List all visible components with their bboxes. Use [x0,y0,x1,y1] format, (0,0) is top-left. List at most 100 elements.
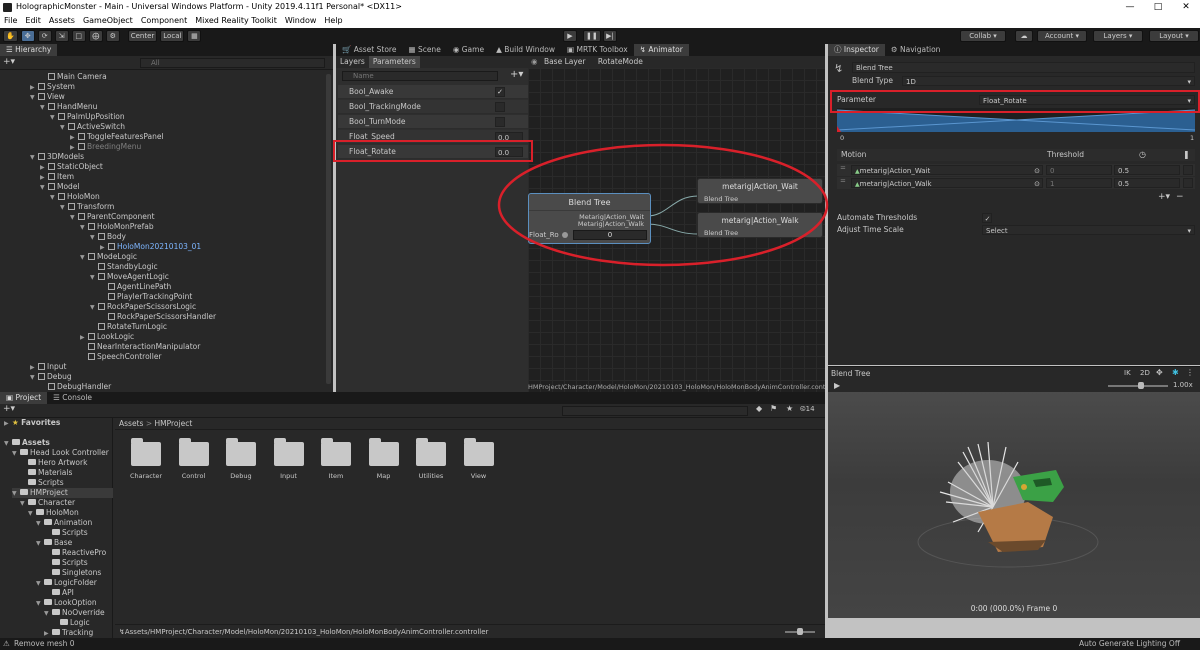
hierarchy-scrollbar[interactable] [326,74,331,384]
project-folder-row[interactable]: Scripts [44,558,88,568]
hierarchy-row[interactable]: ▼ ParentComponent [70,212,155,222]
expand-arrow-icon[interactable]: ▼ [28,509,36,519]
hierarchy-row[interactable]: ▼ Body [90,232,126,242]
hierarchy-row[interactable]: ▼ Transform [60,202,114,212]
hierarchy-row[interactable]: ▶ BreedingMenu [70,142,141,152]
parameter-dropdown[interactable]: Float_Rotate ▾ [979,95,1195,105]
asset-folder[interactable]: Map [367,438,401,480]
expand-arrow-icon[interactable]: ▼ [70,213,78,223]
scale-tool-icon[interactable]: ⇲ [54,30,69,42]
expand-arrow-icon[interactable]: ▼ [50,113,58,123]
breadcrumb-hmproject[interactable]: HMProject [154,419,192,428]
time-scale-field[interactable]: 0.5 [1114,178,1180,188]
transform-tool-icon[interactable]: ⨁ [88,30,103,42]
menu-component[interactable]: Component [137,14,191,28]
expand-arrow-icon[interactable]: ▼ [30,93,38,103]
hierarchy-row[interactable]: Main Camera [40,72,107,82]
mirror-checkbox[interactable] [1183,178,1193,188]
hierarchy-row[interactable]: ▼ HandMenu [40,102,97,112]
play-button[interactable]: ▶ [563,30,577,42]
menu-mrtk[interactable]: Mixed Reality Toolkit [191,14,281,28]
asset-folder[interactable]: Control [177,438,211,480]
project-folder-row[interactable]: API [44,588,74,598]
hierarchy-row[interactable]: ▶ HoloMon20210103_01 [100,242,201,252]
favorites-row[interactable]: ▶ ★ Favorites [4,418,60,428]
hierarchy-row[interactable]: DebugHandler [40,382,111,392]
hidden-count[interactable]: ⧀14 [800,405,815,414]
asset-folder[interactable]: View [462,438,496,480]
project-folder-row[interactable]: Logic [52,618,90,628]
project-folder-row[interactable]: ▼ Assets [4,438,50,448]
preview-light-icon[interactable]: ✱ [1172,368,1179,377]
project-folder-row[interactable]: ▼ Head Look Controller [12,448,109,458]
parameter-checkbox[interactable]: ✓ [495,87,505,97]
parameter-row[interactable]: Float_Rotate 0.0 [338,145,528,159]
rotate-tool-icon[interactable]: ⟳ [37,30,52,42]
tab-console[interactable]: ☰ Console [47,392,98,404]
hierarchy-row[interactable]: ▼ RockPaperScissorsLogic [90,302,196,312]
blend-type-dropdown[interactable]: 1D ▾ [902,76,1195,86]
remove-motion-button[interactable]: − [1176,192,1190,202]
icon-size-handle[interactable] [797,628,803,635]
automate-thresholds-checkbox[interactable]: ✓ [982,213,992,223]
hierarchy-row[interactable]: ▼ 3DModels [30,152,84,162]
blend-value-field[interactable]: 0 [573,230,647,240]
preview-play-button[interactable]: ▶ [834,381,840,390]
mirror-checkbox[interactable] [1183,165,1193,175]
hierarchy-row[interactable]: ▶ System [30,82,75,92]
project-folder-row[interactable]: ▼ Base [36,538,72,548]
asset-folder[interactable]: Debug [224,438,258,480]
parameter-row[interactable]: Bool_TurnMode [338,115,528,129]
hierarchy-row[interactable]: ▶ LookLogic [80,332,134,342]
motion-node-walk[interactable]: metarig|Action_Walk Blend Tree [697,212,823,238]
adjust-time-scale-dropdown[interactable]: Select ▾ [982,225,1195,235]
project-folder-row[interactable]: ▼ NoOverride [44,608,105,618]
tab-layers[interactable]: Layers [336,56,369,68]
expand-arrow-icon[interactable]: ▼ [90,233,98,243]
menu-edit[interactable]: Edit [21,14,45,28]
parameter-search-input[interactable] [342,71,498,81]
expand-arrow-icon[interactable]: ▼ [40,103,48,113]
tab-build-window[interactable]: ▲ Build Window [490,44,561,56]
tab-scene[interactable]: ▦ Scene [402,44,446,56]
project-folder-row[interactable]: ReactivePro [44,548,106,558]
tab-project[interactable]: ▣ Project [0,392,48,404]
menu-window[interactable]: Window [281,14,321,28]
move-tool-icon[interactable]: ✥ [20,30,35,42]
create-asset-button[interactable]: +▾ [3,404,15,414]
tab-animator[interactable]: ↯ Animator [633,44,689,56]
preview-2d-toggle[interactable]: 2D [1140,369,1150,377]
motion-node-wait[interactable]: metarig|Action_Wait Blend Tree [697,178,823,204]
clock-icon[interactable]: ◷ [1139,149,1146,161]
expand-arrow-icon[interactable]: ▼ [12,489,20,499]
hierarchy-row[interactable]: SpeechController [80,352,162,362]
tab-mrtk-toolbox[interactable]: ▣ MRTK Toolbox [561,44,634,56]
param-connector-icon[interactable] [562,232,568,238]
pause-button[interactable]: ❚❚ [583,30,601,42]
expand-arrow-icon[interactable]: ▼ [40,183,48,193]
expand-arrow-icon[interactable]: ▼ [4,439,12,449]
menu-help[interactable]: Help [320,14,346,28]
expand-arrow-icon[interactable]: ▼ [36,599,44,609]
expand-arrow-icon[interactable]: ▼ [60,203,68,213]
object-picker-icon[interactable]: ⊙ [1034,166,1040,176]
grid-snap-icon[interactable]: ▦ [187,30,202,42]
expand-arrow-icon[interactable]: ▼ [12,449,20,459]
account-dropdown[interactable]: Account ▾ [1037,30,1087,42]
hierarchy-row[interactable]: ▶ ToggleFeaturesPanel [70,132,164,142]
expand-arrow-icon[interactable]: ▼ [30,153,38,163]
tab-parameters[interactable]: Parameters [368,56,420,68]
motion-row[interactable]: = ▲metarig|Action_Wait ⊙ 0 0.5 [837,164,1195,176]
minimize-button[interactable]: — [1116,0,1144,14]
asset-folder[interactable]: Character [129,438,163,480]
preview-pivot-icon[interactable]: ✥ [1156,368,1163,377]
parameter-checkbox[interactable] [495,117,505,127]
preview-ik-toggle[interactable]: IK [1124,369,1131,377]
parameter-value-field[interactable]: 0.0 [495,147,523,157]
hierarchy-row[interactable]: ▼ View [30,92,65,102]
hierarchy-row[interactable]: ▼ MoveAgentLogic [90,272,169,282]
tab-game[interactable]: ◉ Game [447,44,490,56]
expand-arrow-icon[interactable]: ▼ [36,539,44,549]
collab-dropdown[interactable]: Collab ▾ [960,30,1006,42]
parameter-checkbox[interactable] [495,102,505,112]
